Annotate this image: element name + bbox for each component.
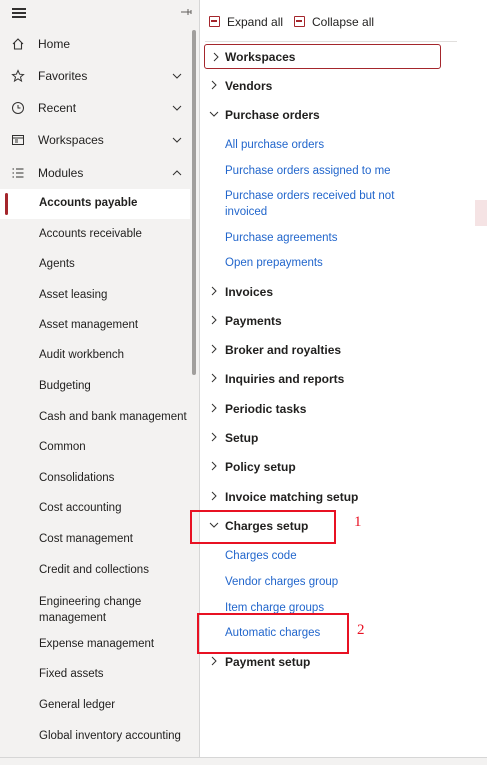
chevron-down-icon (209, 111, 219, 117)
chevron-down-icon[interactable] (171, 70, 183, 82)
nav-item-label: Favorites (38, 69, 88, 83)
home-icon (12, 38, 24, 50)
callout-box-charges-setup (190, 510, 336, 544)
background-panel-edge (475, 200, 487, 226)
chevron-right-icon (211, 432, 217, 442)
chevron-up-icon[interactable] (171, 167, 183, 179)
module-item[interactable]: Asset management (0, 311, 190, 341)
nav-item-label: Workspaces (38, 133, 104, 147)
group-payments[interactable]: Payments (201, 309, 461, 333)
star-icon (11, 69, 25, 83)
clock-icon (12, 102, 24, 114)
module-item[interactable]: General ledger (0, 691, 190, 721)
module-item[interactable]: Global inventory accounting (0, 722, 190, 752)
chevron-right-icon (211, 344, 217, 354)
module-item[interactable]: Asset leasing (0, 281, 190, 311)
link-charges-code[interactable]: Charges code (225, 548, 297, 564)
nav-item-favorites[interactable]: Favorites (0, 60, 196, 92)
group-inquiries-reports[interactable]: Inquiries and reports (201, 367, 461, 391)
group-broker-royalties[interactable]: Broker and royalties (201, 338, 461, 362)
nav-item-label: Home (38, 37, 71, 51)
chevron-down-icon[interactable] (171, 134, 183, 146)
navigation-pane: Home Favorites Recent Workspaces Modules… (0, 0, 200, 765)
nav-item-home[interactable]: Home (0, 28, 196, 60)
link-purchase-agreements[interactable]: Purchase agreements (225, 230, 338, 246)
collapse-all-icon (294, 16, 305, 27)
nav-item-modules[interactable]: Modules (0, 157, 196, 189)
expand-all-icon (209, 16, 220, 27)
module-item[interactable]: Engineering change management (0, 592, 190, 626)
link-open-prepayments[interactable]: Open prepayments (225, 255, 323, 271)
callout-box-automatic-charges (197, 613, 349, 654)
group-workspaces[interactable]: Workspaces (204, 44, 441, 69)
module-item[interactable]: Cost accounting (0, 494, 190, 524)
chevron-right-icon (211, 286, 217, 296)
workspace-icon (12, 135, 24, 145)
module-item[interactable]: Budgeting (0, 372, 190, 402)
nav-header (0, 0, 199, 26)
group-periodic-tasks[interactable]: Periodic tasks (201, 397, 461, 421)
callout-number-1: 1 (354, 514, 362, 530)
module-item[interactable]: Agents (0, 250, 190, 280)
group-invoice-matching-setup[interactable]: Invoice matching setup (201, 485, 461, 509)
divider (205, 41, 457, 42)
module-item[interactable]: Cost management (0, 525, 190, 555)
group-purchase-orders[interactable]: Purchase orders (201, 103, 461, 127)
module-toolbar: Expand all Collapse all (201, 0, 487, 40)
nav-scrollbar[interactable] (192, 30, 196, 375)
link-purchase-orders-assigned[interactable]: Purchase orders assigned to me (225, 163, 391, 179)
nav-item-workspaces[interactable]: Workspaces (0, 124, 196, 156)
chevron-right-icon (211, 315, 217, 325)
module-item[interactable]: Consolidations (0, 464, 190, 494)
module-item[interactable]: Accounts receivable (0, 220, 190, 250)
chevron-right-icon (211, 491, 217, 501)
group-invoices[interactable]: Invoices (201, 280, 461, 304)
link-all-purchase-orders[interactable]: All purchase orders (225, 137, 324, 153)
module-item[interactable]: Credit and collections (0, 556, 190, 586)
group-setup[interactable]: Setup (201, 426, 461, 450)
chevron-right-icon (211, 373, 217, 383)
chevron-down-icon[interactable] (171, 102, 183, 114)
hamburger-menu-icon[interactable] (12, 8, 26, 18)
module-item[interactable]: Cash and bank management (0, 403, 190, 433)
link-vendor-charges-group[interactable]: Vendor charges group (225, 574, 338, 590)
chevron-right-icon (213, 52, 219, 62)
module-item[interactable]: Audit workbench (0, 341, 190, 371)
callout-number-2: 2 (357, 622, 365, 638)
nav-item-recent[interactable]: Recent (0, 92, 196, 124)
chevron-right-icon (211, 461, 217, 471)
nav-item-label: Modules (38, 166, 84, 180)
module-item[interactable]: Common (0, 433, 190, 463)
group-policy-setup[interactable]: Policy setup (201, 455, 461, 479)
list-icon (12, 168, 24, 178)
link-purchase-orders-received[interactable]: Purchase orders received but not invoice… (225, 188, 415, 220)
group-vendors[interactable]: Vendors (201, 74, 461, 98)
module-item[interactable]: Expense management (0, 630, 190, 660)
chevron-right-icon (211, 80, 217, 90)
chevron-right-icon (211, 656, 217, 666)
module-item[interactable]: Fixed assets (0, 660, 190, 690)
bottom-bar (0, 757, 487, 765)
chevron-right-icon (211, 403, 217, 413)
pin-icon[interactable] (178, 4, 194, 20)
module-item-accounts-payable[interactable]: Accounts payable (0, 189, 190, 219)
nav-item-label: Recent (38, 101, 77, 115)
